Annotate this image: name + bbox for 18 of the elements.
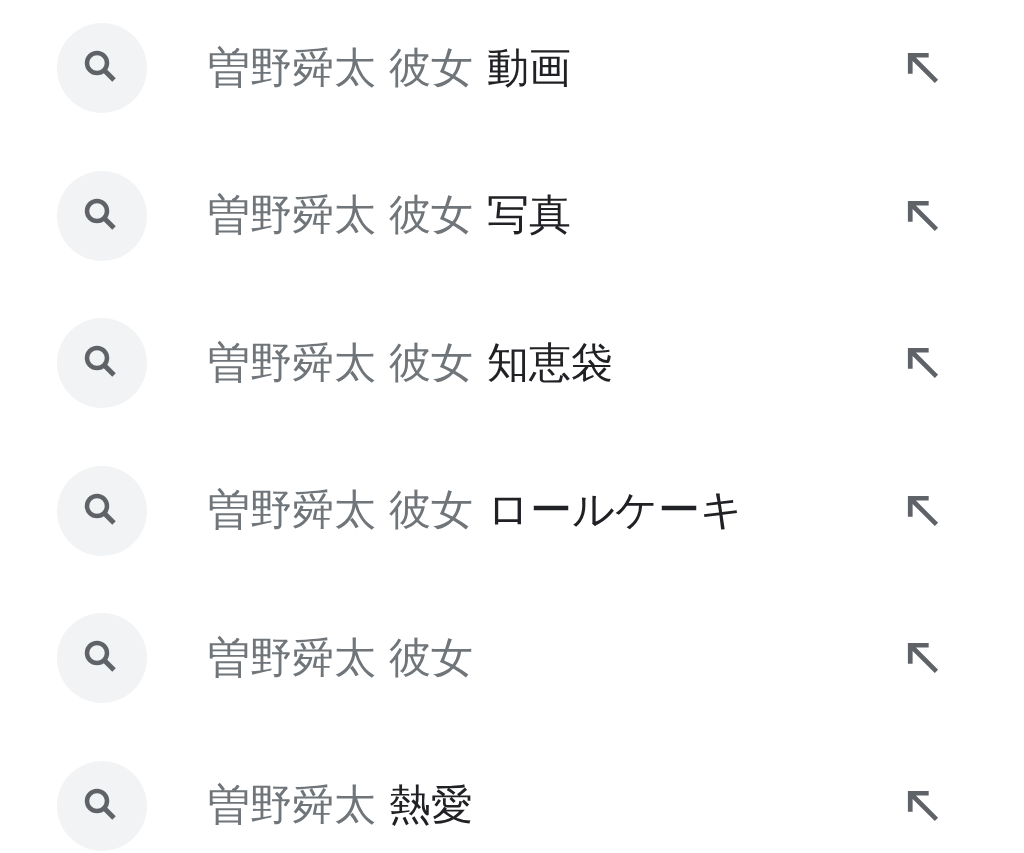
search-icon <box>57 23 147 113</box>
search-icon <box>57 760 147 851</box>
arrow-icon[interactable] <box>906 51 940 85</box>
arrow-icon[interactable] <box>906 641 940 675</box>
suggestion-text[interactable]: 曽野舜太 彼女 知恵袋 <box>208 337 613 389</box>
suggestion-text[interactable]: 曽野舜太 彼女 動画 <box>208 42 571 94</box>
search-icon <box>57 465 147 556</box>
arrow-icon[interactable] <box>906 346 940 380</box>
arrow-icon[interactable] <box>906 788 940 823</box>
suggestion-text[interactable]: 曽野舜太 彼女 写真 <box>208 190 571 241</box>
arrow-icon[interactable] <box>906 493 940 528</box>
suggestion-text[interactable]: 曽野舜太 彼女 <box>208 632 474 684</box>
suggestion-text[interactable]: 曽野舜太 熱愛 <box>208 780 474 831</box>
search-icon <box>57 613 147 703</box>
search-icon <box>57 170 147 261</box>
search-icon <box>57 318 147 408</box>
arrow-icon[interactable] <box>906 198 940 233</box>
suggestion-text[interactable]: 曽野舜太 彼女 ロールケーキ <box>208 485 743 536</box>
